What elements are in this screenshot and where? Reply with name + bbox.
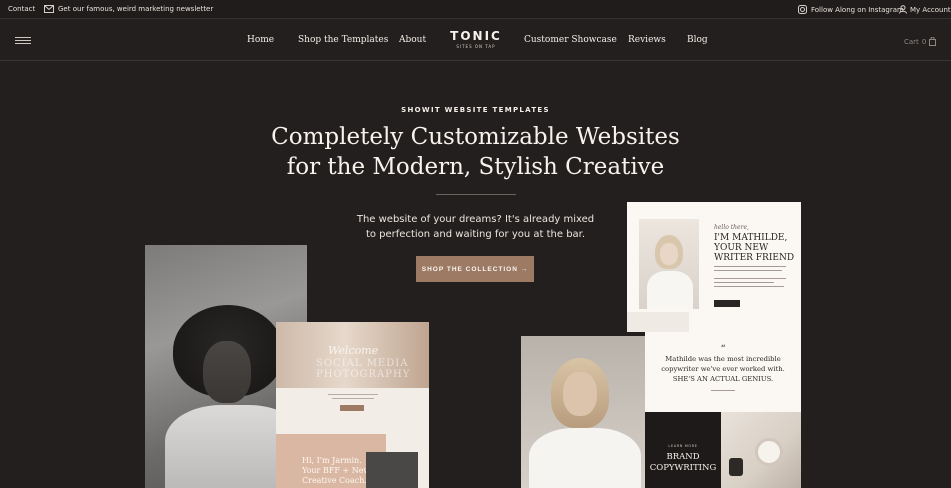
template-left-panel-line-1: Hi, I'm Jarmin. <box>302 456 362 465</box>
template-left-title: SOCIAL MEDIA PHOTOGRAPHY <box>316 358 411 380</box>
eyebrow-text: SHOWIT WEBSITE TEMPLATES <box>401 106 550 114</box>
brand-card-eyebrow: LEARN MORE <box>668 444 698 448</box>
template-right-heading: I'M MATHILDE, YOUR NEW WRITER FRIEND <box>714 233 794 263</box>
logo-word: TONIC <box>450 29 502 43</box>
nav-customer-showcase[interactable]: Customer Showcase <box>524 35 617 45</box>
template-right-script: hello there, <box>714 224 749 231</box>
shop-collection-button[interactable]: SHOP THE COLLECTION → <box>416 256 534 282</box>
newsletter-label: Get our famous, weird marketing newslett… <box>58 5 214 13</box>
template-preview-left: Welcome SOCIAL MEDIA PHOTOGRAPHY Hi, I'm… <box>276 322 429 488</box>
newsletter-link[interactable]: Get our famous, weird marketing newslett… <box>44 5 213 13</box>
template-left-panel-line-2: Your BFF + New <box>302 466 371 475</box>
desk-photo <box>721 412 801 488</box>
logo[interactable]: TONIC SITES ON TAP <box>449 29 503 49</box>
template-right-heading-line-1: I'M MATHILDE, <box>714 233 788 243</box>
contact-link[interactable]: Contact <box>8 5 35 13</box>
hero-headline: Completely Customizable Websites for the… <box>0 122 951 182</box>
nav-reviews[interactable]: Reviews <box>628 35 666 45</box>
bag-icon <box>929 37 937 46</box>
nav-about[interactable]: About <box>399 35 426 45</box>
subtext-line-1: The website of your dreams? It's already… <box>356 214 595 225</box>
brand-card-line-2: COPYWRITING <box>649 463 717 473</box>
template-left-script: Welcome <box>328 344 379 357</box>
testimonial-line-3: SHE'S AN ACTUAL GENIUS. <box>672 375 774 383</box>
portrait-photo-right <box>521 336 645 488</box>
logo-tagline: SITES ON TAP <box>456 44 496 49</box>
template-left-panel-line-3: Creative Coach. <box>302 476 367 485</box>
nav-shop-templates[interactable]: Shop the Templates <box>298 35 388 45</box>
instagram-label: Follow Along on Instagram <box>811 5 904 14</box>
main-nav: Home Shop the Templates About TONIC SITE… <box>0 19 951 61</box>
account-link[interactable]: My Account <box>899 5 951 14</box>
cart-link[interactable]: Cart 0 <box>904 37 937 46</box>
instagram-link[interactable]: Follow Along on Instagram <box>798 5 904 14</box>
template-right-button <box>714 300 740 307</box>
template-left-photo <box>366 452 418 488</box>
template-right-heading-line-3: WRITER FRIEND <box>714 253 795 263</box>
brand-card-line-1: BRAND <box>666 452 700 462</box>
subtext-line-2: to perfection and waiting for you at the… <box>365 229 586 240</box>
testimonial-card: “ Mathilde was the most incredible copyw… <box>645 332 801 412</box>
testimonial-line-2: copywriter we've ever worked with. <box>661 365 785 373</box>
divider <box>436 194 516 195</box>
mail-icon <box>44 5 54 13</box>
headline-line-1: Completely Customizable Websites <box>271 124 680 150</box>
menu-icon[interactable] <box>15 37 31 44</box>
nav-home[interactable]: Home <box>247 35 274 45</box>
template-left-button <box>340 405 364 411</box>
hero-subtext: The website of your dreams? It's already… <box>0 212 951 242</box>
testimonial-text: Mathilde was the most incredible copywri… <box>645 354 801 384</box>
template-right-photo <box>639 219 699 309</box>
cart-label: Cart <box>904 37 919 46</box>
account-label: My Account <box>910 5 951 14</box>
template-preview-right: hello there, I'M MATHILDE, YOUR NEW WRIT… <box>627 202 801 332</box>
user-icon <box>899 5 907 14</box>
nav-blog[interactable]: Blog <box>687 35 708 45</box>
template-right-heading-line-2: YOUR NEW <box>714 243 769 253</box>
brand-copywriting-card: LEARN MORE BRAND COPYWRITING <box>645 412 721 488</box>
headline-line-2: for the Modern, Stylish Creative <box>286 154 665 180</box>
instagram-icon <box>798 5 807 14</box>
top-bar: Contact Get our famous, weird marketing … <box>0 0 951 19</box>
testimonial-line-1: Mathilde was the most incredible <box>665 355 781 363</box>
cart-count: 0 <box>921 37 927 46</box>
